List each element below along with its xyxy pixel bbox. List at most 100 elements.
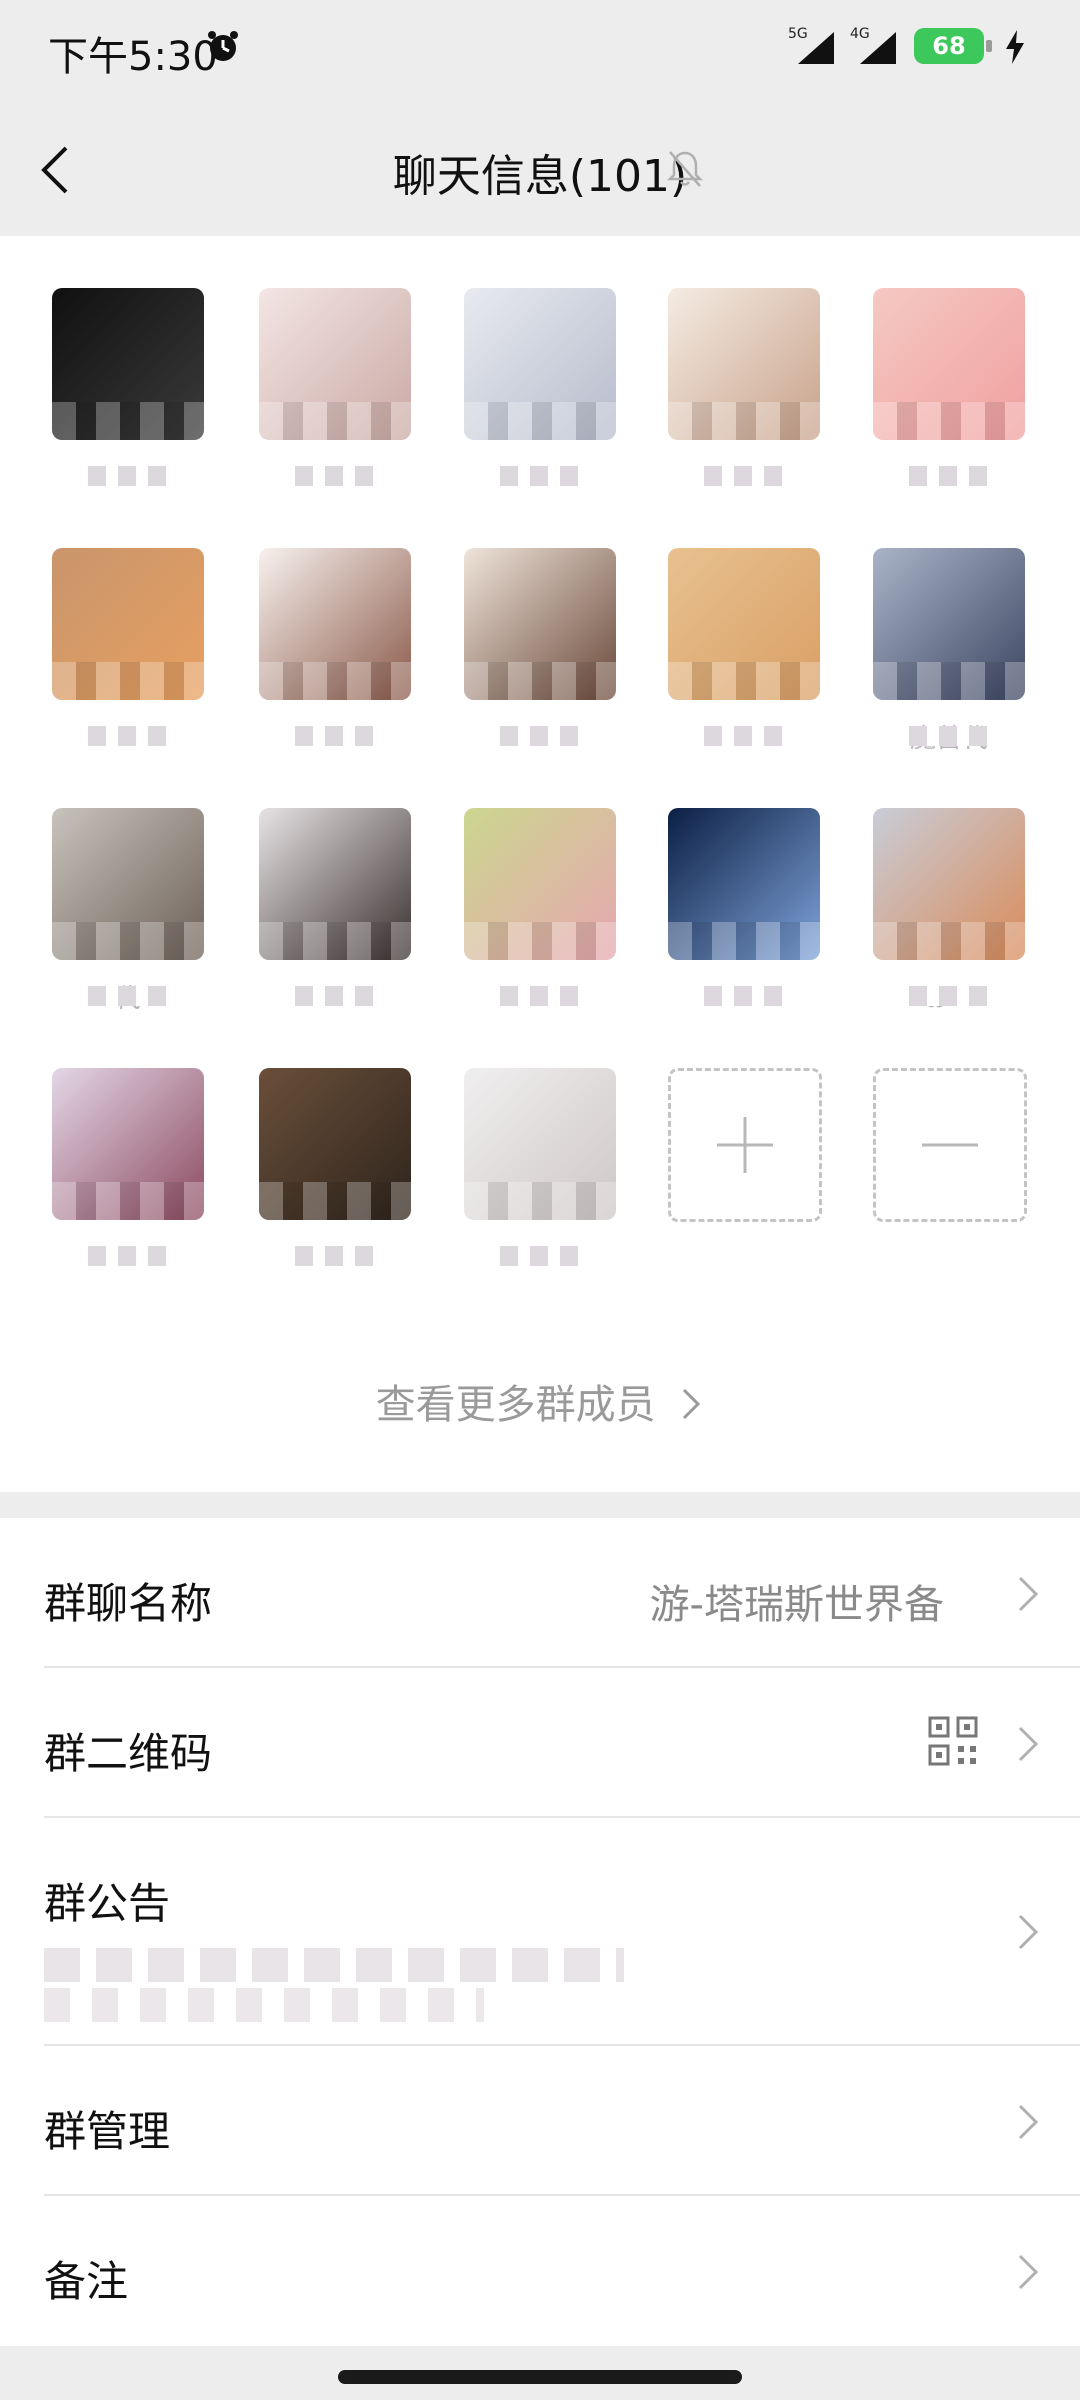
member-avatar[interactable]: [259, 548, 411, 700]
member-avatar[interactable]: [668, 548, 820, 700]
member-item[interactable]: [259, 288, 411, 494]
member-item[interactable]: [52, 288, 204, 494]
chevron-right-icon: [1018, 2254, 1039, 2290]
member-avatar[interactable]: [464, 1068, 616, 1220]
plus-icon: [717, 1117, 773, 1173]
remark-label: 备注: [44, 2257, 129, 2306]
member-avatar[interactable]: [259, 808, 411, 960]
avatar-mosaic: [259, 922, 411, 960]
avatar-mosaic: [873, 922, 1025, 960]
member-avatar[interactable]: [464, 548, 616, 700]
add-member-button[interactable]: [668, 1068, 822, 1222]
page-title: 聊天信息(101): [392, 151, 688, 202]
member-avatar[interactable]: [259, 1068, 411, 1220]
member-item[interactable]: [464, 808, 616, 1014]
member-item[interactable]: 魔兽代: [873, 548, 1025, 754]
chevron-right-icon: [1018, 1576, 1039, 1612]
member-item[interactable]: [259, 808, 411, 1014]
member-item[interactable]: [464, 548, 616, 754]
member-item[interactable]: ఎ〰: [873, 808, 1025, 1014]
member-avatar[interactable]: [52, 288, 204, 440]
member-name-mosaic: [704, 466, 784, 486]
member-name-mosaic: [704, 986, 784, 1006]
member-item[interactable]: [464, 288, 616, 494]
member-name-mosaic: [500, 1246, 580, 1266]
avatar-mosaic: [259, 662, 411, 700]
chevron-right-icon: [683, 1388, 701, 1420]
member-name-mosaic: [909, 466, 989, 486]
member-avatar[interactable]: [873, 548, 1025, 700]
qr-code-icon: [928, 1716, 978, 1766]
nav-bar: 聊天信息(101): [0, 100, 1080, 236]
charging-bolt-icon: [1006, 30, 1024, 64]
add-member-box[interactable]: [668, 1068, 822, 1222]
battery-indicator: 68: [914, 28, 984, 64]
avatar-mosaic: [668, 662, 820, 700]
avatar-mosaic: [464, 922, 616, 960]
avatar-mosaic: [52, 402, 204, 440]
avatar-mosaic: [52, 662, 204, 700]
alarm-icon: [208, 31, 238, 61]
member-grid: 魔兽代代 ఎ〰 查看更多群成员: [0, 236, 1080, 1492]
member-avatar[interactable]: [52, 548, 204, 700]
member-avatar[interactable]: [873, 808, 1025, 960]
member-item[interactable]: [873, 288, 1025, 494]
status-indicators: 5G 4G 68: [788, 26, 1028, 72]
member-name-mosaic: [295, 726, 375, 746]
settings-list: 群聊名称 游-塔瑞斯世界备 群二维码 群公告 群管理 备注: [0, 1518, 1080, 2346]
group-manage-label: 群管理: [44, 2107, 171, 2156]
member-name-mosaic: [295, 466, 375, 486]
member-item[interactable]: [52, 548, 204, 754]
member-avatar[interactable]: [464, 808, 616, 960]
member-item[interactable]: [668, 808, 820, 1014]
group-name-value: 游-塔瑞斯世界备: [649, 1582, 944, 1628]
member-name-mosaic: [88, 466, 168, 486]
remove-member-box[interactable]: [873, 1068, 1027, 1222]
home-indicator: [338, 2370, 742, 2384]
member-avatar[interactable]: [259, 288, 411, 440]
member-item[interactable]: [52, 1068, 204, 1274]
member-item[interactable]: 代: [52, 808, 204, 1014]
member-name-mosaic: [88, 1246, 168, 1266]
member-name-mosaic: [909, 726, 989, 746]
remove-member-button[interactable]: [873, 1068, 1027, 1222]
chevron-right-icon: [1018, 1726, 1039, 1762]
member-item[interactable]: [259, 548, 411, 754]
avatar-mosaic: [668, 402, 820, 440]
view-more-members-link[interactable]: 查看更多群成员: [0, 1372, 1080, 1430]
signal-icon-2: [860, 32, 896, 64]
member-avatar[interactable]: [668, 288, 820, 440]
member-item[interactable]: [259, 1068, 411, 1274]
group-notice-row[interactable]: 群公告: [0, 1818, 1080, 2046]
member-name-mosaic: [88, 726, 168, 746]
member-item[interactable]: [464, 1068, 616, 1274]
group-manage-row[interactable]: 群管理: [0, 2046, 1080, 2196]
avatar-mosaic: [873, 402, 1025, 440]
member-avatar[interactable]: [52, 808, 204, 960]
chevron-right-icon: [1018, 2104, 1039, 2140]
group-qr-label: 群二维码: [44, 1729, 213, 1778]
member-name-mosaic: [295, 1246, 375, 1266]
avatar-mosaic: [873, 662, 1025, 700]
notice-preview-line-1: [44, 1948, 624, 1982]
avatar-mosaic: [464, 662, 616, 700]
status-time: 下午5:30: [48, 34, 218, 80]
member-name-mosaic: [500, 986, 580, 1006]
member-name-mosaic: [909, 986, 989, 1006]
group-qr-row[interactable]: 群二维码: [0, 1668, 1080, 1818]
member-item[interactable]: [668, 288, 820, 494]
minus-icon: [922, 1143, 978, 1147]
avatar-mosaic: [464, 1182, 616, 1220]
member-avatar[interactable]: [52, 1068, 204, 1220]
member-item[interactable]: [668, 548, 820, 754]
member-avatar[interactable]: [668, 808, 820, 960]
status-bar: 下午5:30 5G 4G 68: [0, 0, 1080, 100]
member-name-mosaic: [88, 986, 168, 1006]
member-avatar[interactable]: [873, 288, 1025, 440]
member-avatar[interactable]: [464, 288, 616, 440]
group-name-label: 群聊名称: [44, 1579, 213, 1628]
avatar-mosaic: [52, 922, 204, 960]
signal-icon: [798, 32, 834, 64]
remark-row[interactable]: 备注: [0, 2196, 1080, 2346]
group-name-row[interactable]: 群聊名称 游-塔瑞斯世界备: [0, 1518, 1080, 1668]
